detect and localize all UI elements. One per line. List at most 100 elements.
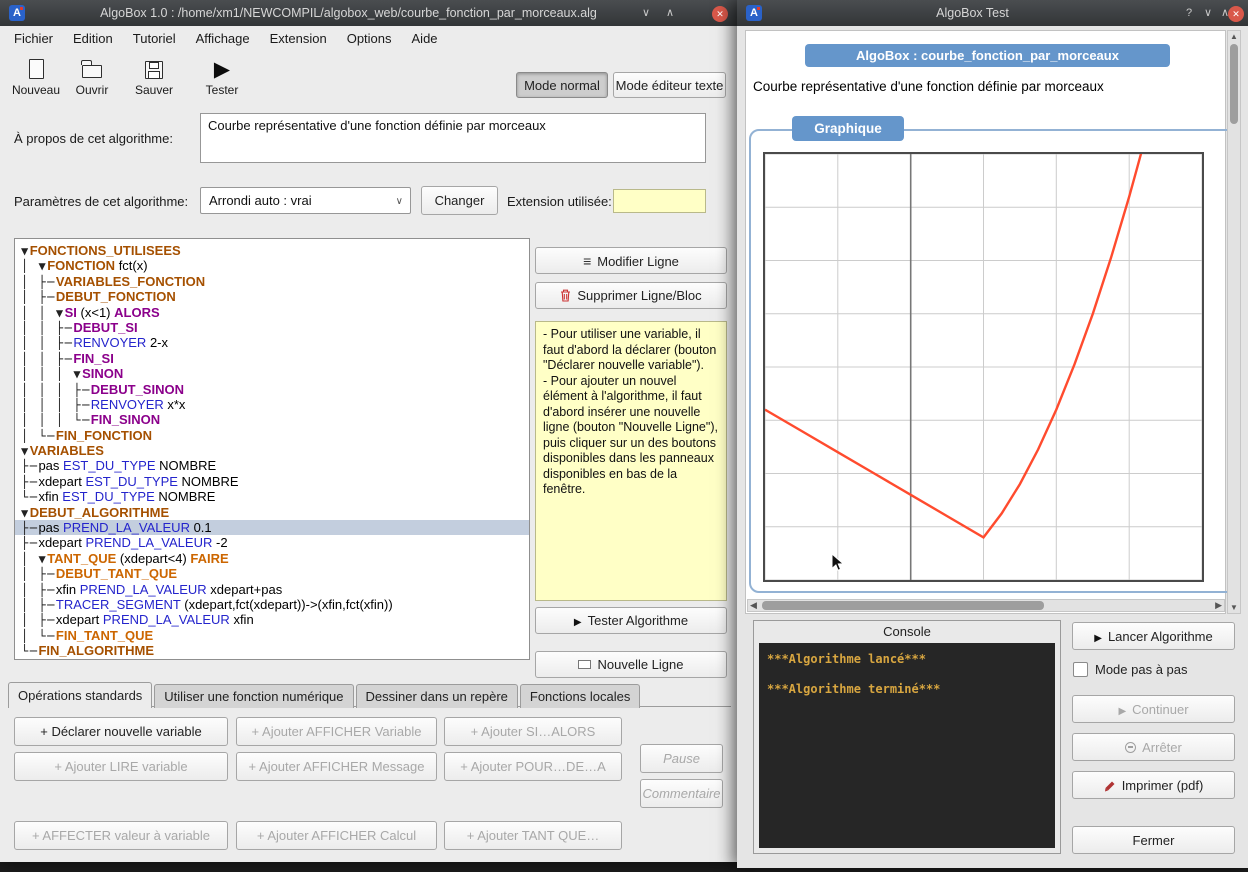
print-pdf-button[interactable]: Imprimer (pdf) [1072,771,1235,799]
menu-fichier[interactable]: Fichier [4,26,63,51]
main-titlebar[interactable]: A AlgoBox 1.0 : /home/xm1/NEWCOMPIL/algo… [0,0,737,26]
tree-token: xfin [56,582,80,597]
sauver-button[interactable]: Sauver [126,57,182,97]
menu-extension[interactable]: Extension [260,26,337,51]
menu-edition[interactable]: Edition [63,26,123,51]
tree-row[interactable]: ├─xdepart EST_DU_TYPE NOMBRE [15,474,529,489]
nouveau-button[interactable]: Nouveau [8,57,64,97]
tree-row[interactable]: │ │ ▼SI (x<1) ALORS [15,305,529,320]
scroll-down-icon[interactable]: ▼ [1228,603,1240,612]
tab-1[interactable]: Utiliser une fonction numérique [154,684,353,708]
tree-row[interactable]: │ │ ├─RENVOYER 2-x [15,335,529,350]
menu-options[interactable]: Options [337,26,402,51]
close-test-button[interactable]: Fermer [1072,826,1235,854]
tree-row[interactable]: │ ▼TANT_QUE (xdepart<4) FAIRE [15,551,529,566]
tree-row[interactable]: │ └─FIN_TANT_QUE [15,628,529,643]
tree-token: DEBUT_FONCTION [56,289,176,304]
tester-button[interactable]: ▶ Tester [194,57,250,97]
run-algorithm-button[interactable]: ▶Lancer Algorithme [1072,622,1235,650]
shade-icon[interactable]: ∨ [1200,6,1216,22]
about-textbox[interactable]: Courbe représentative d'une fonction déf… [200,113,706,163]
tree-row[interactable]: │ ├─DEBUT_FONCTION [15,289,529,304]
mode-normal-button[interactable]: Mode normal [516,72,608,98]
tree-row[interactable]: ├─pas EST_DU_TYPE NOMBRE [15,458,529,473]
tree-row[interactable]: ├─xdepart PREND_LA_VALEUR -2 [15,535,529,550]
hscrollbar-thumb[interactable] [762,601,1044,610]
tree-row[interactable]: │ │ │ ├─RENVOYER x*x [15,397,529,412]
action-button[interactable]: + Ajouter LIRE variable [14,752,228,781]
tree-token: fct(x) [119,258,148,273]
help-icon[interactable]: ? [1181,6,1197,22]
tree-token: pas [38,520,63,535]
tree-row[interactable]: ▼DEBUT_ALGORITHME [15,505,529,520]
tab-0[interactable]: Opérations standards [8,682,152,708]
action-button[interactable]: + Ajouter AFFICHER Calcul [236,821,437,850]
tree-row[interactable]: ▼FONCTIONS_UTILISEES [15,243,529,258]
tab-3[interactable]: Fonctions locales [520,684,640,708]
menu-aide[interactable]: Aide [402,26,448,51]
vertical-scrollbar[interactable]: ▲ ▼ [1227,30,1241,614]
mode-editor-button[interactable]: Mode éditeur texte [613,72,726,98]
tree-token: PREND_LA_VALEUR [80,582,211,597]
params-select[interactable]: Arrondi auto : vrai ∨ [200,187,411,214]
action-button[interactable]: + Ajouter AFFICHER Variable [236,717,437,746]
action-button[interactable]: + Déclarer nouvelle variable [14,717,228,746]
action-button[interactable]: + Ajouter TANT QUE… [444,821,622,850]
ouvrir-button[interactable]: Ouvrir [64,57,120,97]
tree-row[interactable]: │ ├─xfin PREND_LA_VALEUR xdepart+pas [15,582,529,597]
new-line-button[interactable]: Nouvelle Ligne [535,651,727,678]
tree-token: VARIABLES_FONCTION [56,274,205,289]
tree-row[interactable]: │ │ ├─FIN_SI [15,351,529,366]
tree-row[interactable]: │ │ │ └─FIN_SINON [15,412,529,427]
tree-row[interactable]: │ ├─DEBUT_TANT_QUE [15,566,529,581]
action-button[interactable]: Commentaire [640,779,723,808]
action-button[interactable]: Pause [640,744,723,773]
menu-affichage[interactable]: Affichage [186,26,260,51]
tree-row[interactable]: ▼VARIABLES [15,443,529,458]
tree-row[interactable]: │ │ ├─DEBUT_SI [15,320,529,335]
close-icon[interactable]: ✕ [712,6,728,22]
tree-token: VARIABLES [30,443,104,458]
tree-branch-glyphs: └─ [21,644,38,658]
tree-row[interactable]: │ ▼FONCTION fct(x) [15,258,529,273]
graph-tab-badge[interactable]: Graphique [792,116,904,141]
tree-branch-glyphs: │ │ ▼ [21,306,65,320]
menu-bar: FichierEditionTutorielAffichageExtension… [4,26,737,52]
close-icon[interactable]: ✕ [1228,6,1244,22]
tree-row[interactable]: │ ├─xdepart PREND_LA_VALEUR xfin [15,612,529,627]
action-button[interactable]: + Ajouter AFFICHER Message [236,752,437,781]
tree-row[interactable]: ├─pas PREND_LA_VALEUR 0.1 [15,520,529,535]
extension-input[interactable] [613,189,706,213]
modify-line-button[interactable]: ≡Modifier Ligne [535,247,727,274]
tree-row[interactable]: │ ├─VARIABLES_FONCTION [15,274,529,289]
tree-row[interactable]: │ │ │ ├─DEBUT_SINON [15,382,529,397]
stop-button[interactable]: Arrêter [1072,733,1235,761]
step-mode-option[interactable]: Mode pas à pas [1073,662,1188,677]
changer-button[interactable]: Changer [421,186,498,215]
tree-row[interactable]: └─xfin EST_DU_TYPE NOMBRE [15,489,529,504]
tree-row[interactable]: │ │ │ ▼SINON [15,366,529,381]
tree-token: xfin [233,612,253,627]
menu-tutoriel[interactable]: Tutoriel [123,26,186,51]
test-algorithm-button[interactable]: ▶Tester Algorithme [535,607,727,634]
test-titlebar[interactable]: A AlgoBox Test ? ∨ ∧ ✕ [737,0,1248,26]
action-button[interactable]: + Ajouter SI…ALORS [444,717,622,746]
maximize-icon[interactable]: ∧ [662,6,678,22]
continue-button[interactable]: ▶Continuer [1072,695,1235,723]
continue-label: Continuer [1132,702,1188,717]
tree-row[interactable]: └─FIN_ALGORITHME [15,643,529,658]
scroll-up-icon[interactable]: ▲ [1228,32,1240,41]
delete-line-button[interactable]: Supprimer Ligne/Bloc [535,282,727,309]
scroll-left-icon[interactable]: ◀ [750,600,757,611]
horizontal-scrollbar[interactable]: ◀ ▶ [747,599,1225,612]
vscrollbar-thumb[interactable] [1230,44,1238,124]
tab-2[interactable]: Dessiner dans un repère [356,684,518,708]
checkbox-icon[interactable] [1073,662,1088,677]
tree-row[interactable]: │ ├─TRACER_SEGMENT (xdepart,fct(xdepart)… [15,597,529,612]
tree-branch-glyphs: ▼ [21,506,30,520]
scroll-right-icon[interactable]: ▶ [1215,600,1222,611]
action-button[interactable]: + Ajouter POUR…DE…A [444,752,622,781]
tree-row[interactable]: │ └─FIN_FONCTION [15,428,529,443]
shade-icon[interactable]: ∨ [638,6,654,22]
action-button[interactable]: + AFFECTER valeur à variable [14,821,228,850]
